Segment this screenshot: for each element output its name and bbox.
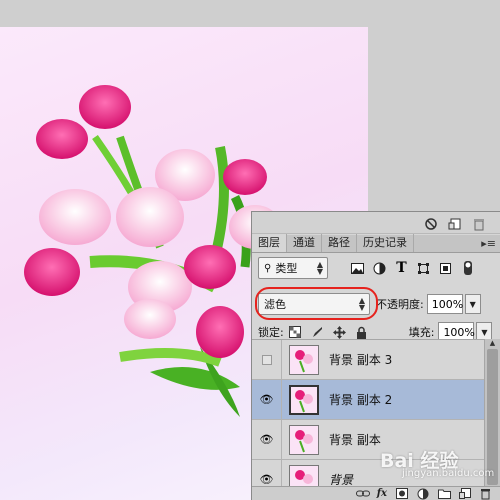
new-layer-icon[interactable] xyxy=(459,488,471,499)
filter-type-label: 类型 xyxy=(275,262,298,275)
trash-icon[interactable] xyxy=(472,216,486,230)
tab-history[interactable]: 历史记录 xyxy=(357,234,414,252)
opacity-input[interactable]: 100% xyxy=(426,294,463,314)
photoshop-workspace: 图层 通道 路径 历史记录 ▸≡ ⚲ 类型 ▲ ▼ T 滤色 ▲ ▼ 不透明度:… xyxy=(0,0,500,500)
visibility-toggle[interactable] xyxy=(252,340,282,380)
panel-bottom-bar: fx xyxy=(252,486,500,500)
tab-layers[interactable]: 图层 xyxy=(252,234,287,252)
lock-pixels-icon[interactable] xyxy=(310,325,325,340)
eye-icon: 👁 xyxy=(259,473,274,486)
adjustment-filter-icon[interactable] xyxy=(372,261,387,276)
panel-menu-icon[interactable]: ▸≡ xyxy=(481,237,496,250)
scroll-up-icon[interactable]: ▲ xyxy=(485,339,500,349)
new-group-icon[interactable] xyxy=(438,488,451,499)
no-entry-icon[interactable] xyxy=(424,216,438,230)
lock-all-icon[interactable] xyxy=(354,325,369,340)
filter-row: ⚲ 类型 ▲ ▼ T xyxy=(258,257,494,279)
layer-name: 背景 xyxy=(329,473,354,487)
panel-tabs: 图层 通道 路径 历史记录 ▸≡ xyxy=(252,234,500,253)
layer-row-selected[interactable]: 👁 背景 副本 2 xyxy=(252,379,484,420)
adjustment-layer-icon[interactable] xyxy=(417,488,429,500)
fx-icon[interactable]: fx xyxy=(377,488,387,499)
lock-position-icon[interactable] xyxy=(332,325,347,340)
layers-scrollbar[interactable]: ▲ xyxy=(484,339,500,487)
fill-label: 填充: xyxy=(408,326,435,339)
layer-name: 背景 副本 xyxy=(329,433,381,447)
panel-header-bar xyxy=(252,212,500,234)
type-filter-icon[interactable]: T xyxy=(394,260,409,276)
visibility-toggle[interactable]: 👁 xyxy=(252,379,282,420)
smart-object-filter-icon[interactable] xyxy=(438,261,453,276)
tab-channels[interactable]: 通道 xyxy=(287,234,322,252)
layer-thumbnail xyxy=(289,384,319,415)
search-icon: ⚲ xyxy=(264,262,272,274)
add-mask-icon[interactable] xyxy=(396,488,408,499)
filter-toggle-icon[interactable] xyxy=(460,261,475,276)
layer-thumbnail xyxy=(289,464,319,487)
baidu-watermark-url: jingyan.baidu.com xyxy=(402,468,495,479)
visibility-toggle[interactable]: 👁 xyxy=(252,459,282,487)
layer-name: 背景 副本 3 xyxy=(329,353,393,367)
delete-layer-icon[interactable] xyxy=(480,488,492,500)
layer-row[interactable]: 背景 副本 3 xyxy=(252,340,484,380)
lock-transparency-icon[interactable] xyxy=(288,325,303,340)
layer-name: 背景 副本 2 xyxy=(329,393,393,407)
shape-filter-icon[interactable] xyxy=(416,261,431,276)
eye-icon: 👁 xyxy=(259,393,274,406)
eye-icon: 👁 xyxy=(259,433,274,446)
link-layers-icon[interactable] xyxy=(355,488,370,499)
image-filter-icon[interactable] xyxy=(350,261,365,276)
visibility-toggle[interactable]: 👁 xyxy=(252,419,282,460)
updown-icon: ▲ ▼ xyxy=(316,260,323,276)
opacity-dropdown-button[interactable]: ▼ xyxy=(464,294,481,314)
layer-thumbnail xyxy=(289,424,319,455)
hidden-checkbox-icon xyxy=(261,354,272,365)
new-page-icon[interactable] xyxy=(448,216,462,230)
layer-thumbnail xyxy=(289,344,319,375)
tab-paths[interactable]: 路径 xyxy=(322,234,357,252)
highlight-annotation-ring xyxy=(255,287,378,320)
lock-label: 锁定: xyxy=(258,326,284,339)
opacity-label: 不透明度: xyxy=(376,298,424,311)
filter-type-select[interactable]: ⚲ 类型 ▲ ▼ xyxy=(258,257,328,279)
layers-panel: 图层 通道 路径 历史记录 ▸≡ ⚲ 类型 ▲ ▼ T 滤色 ▲ ▼ 不透明度:… xyxy=(251,211,500,500)
scrollbar-thumb[interactable] xyxy=(487,349,498,485)
